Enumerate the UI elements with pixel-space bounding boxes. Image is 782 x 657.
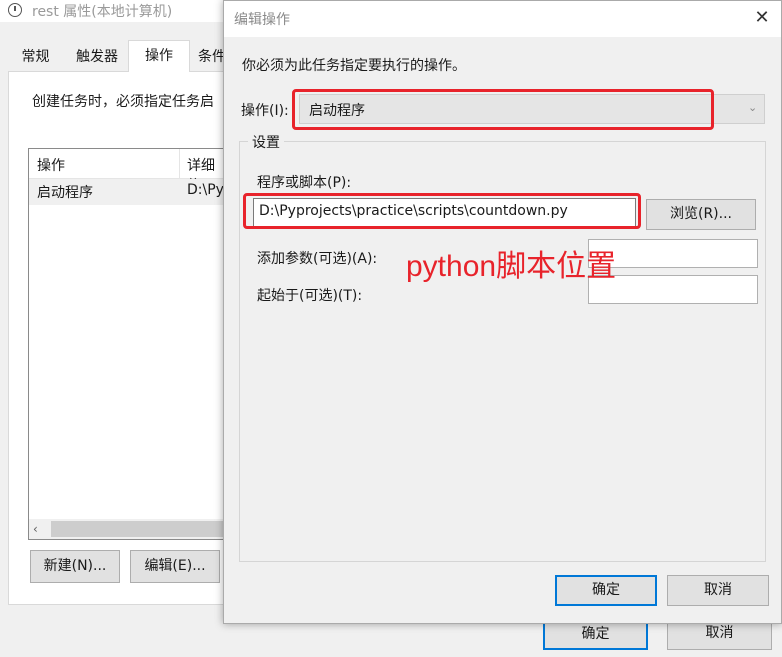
list-item-details: D:\Py [187,182,224,198]
highlight-box-program [243,193,641,229]
browse-button[interactable]: 浏览(R)... [646,199,756,230]
cancel-button[interactable]: 取消 [667,575,769,606]
arguments-label: 添加参数(可选)(A): [257,251,378,267]
clock-icon [8,3,22,17]
scroll-left-arrow-icon[interactable]: ‹ [33,520,47,538]
window-title: rest 属性(本地计算机) [32,4,173,20]
start-in-label: 起始于(可选)(T): [257,288,363,304]
ok-button[interactable]: 确定 [555,575,657,606]
settings-legend: 设置 [248,132,284,152]
program-label: 程序或脚本(P): [257,175,352,191]
annotation-label: python脚本位置 [406,250,617,283]
actions-description: 创建任务时，必须指定任务启 [32,94,214,110]
tab-actions[interactable]: 操作 [128,40,190,72]
chevron-down-icon: ⌄ [748,101,758,114]
column-divider[interactable] [179,149,180,179]
column-header-action[interactable]: 操作 [37,155,65,175]
dialog-title: 编辑操作 [234,12,290,28]
list-item[interactable]: 启动程序 D:\Py [29,179,227,205]
new-action-button[interactable]: 新建(N)... [30,550,120,583]
list-item-action: 启动程序 [37,185,93,201]
dialog-titlebar: 编辑操作 ✕ [224,1,781,37]
tab-general[interactable]: 常规 [8,44,63,70]
action-label: 操作(I): [241,103,289,119]
list-header: 操作 详细信 [29,149,227,194]
horizontal-scrollbar[interactable]: ‹ [29,519,227,539]
edit-action-dialog: 编辑操作 ✕ 你必须为此任务指定要执行的操作。 操作(I): 启动程序 ⌄ 设置… [223,0,782,624]
close-icon[interactable]: ✕ [751,7,773,29]
tab-triggers[interactable]: 触发器 [67,44,127,70]
actions-list[interactable]: 操作 详细信 启动程序 D:\Py ‹ [28,148,228,540]
scrollbar-thumb[interactable] [51,521,227,537]
edit-action-button[interactable]: 编辑(E)... [130,550,220,583]
dialog-instruction: 你必须为此任务指定要执行的操作。 [242,58,466,74]
highlight-box-action [292,89,714,130]
